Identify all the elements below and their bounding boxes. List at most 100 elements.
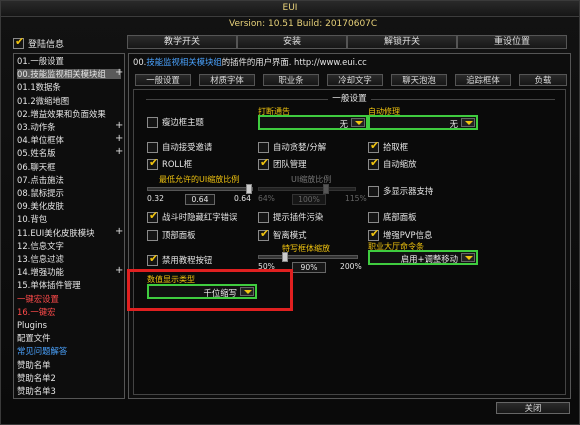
title-bar[interactable]: EUI bbox=[1, 1, 579, 17]
disable-tutorial-option[interactable]: 禁用教程按钮 bbox=[147, 252, 212, 266]
auto-repair-dropdown[interactable]: 无 bbox=[368, 115, 478, 130]
ui-scale-value[interactable]: 100% bbox=[292, 194, 326, 205]
hide-error-option[interactable]: 战斗时隐藏红字错误 bbox=[147, 209, 237, 223]
min-ui-scale-value[interactable]: 0.64 bbox=[185, 194, 215, 205]
thin-border-option[interactable]: 瘦边框主题 bbox=[147, 116, 204, 128]
sidebar-item-eui-skin-module[interactable]: 11.EUI美化皮肤模块 bbox=[17, 228, 94, 238]
sidebar-item-cooldown-group[interactable]: 00.技能监视相关模块组 bbox=[17, 69, 121, 80]
tab-chat-bubbles[interactable]: 聊天泡泡 bbox=[391, 74, 447, 86]
smart-mode-option[interactable]: 智离模式 bbox=[258, 227, 307, 241]
sidebar-item-info-filter[interactable]: 13.信息过滤 bbox=[17, 254, 64, 264]
bottom-panel-checkbox[interactable] bbox=[368, 211, 379, 223]
thin-border-label: 瘦边框主题 bbox=[162, 117, 204, 127]
sidebar-item-sponsors-2[interactable]: 赞助名单2 bbox=[17, 373, 56, 383]
top-panel-checkbox[interactable] bbox=[147, 229, 158, 241]
team-manage-checkbox[interactable] bbox=[258, 156, 269, 170]
min-ui-scale-max: 0.64 bbox=[234, 194, 251, 203]
auto-invite-checkbox[interactable] bbox=[147, 141, 158, 153]
tab-texture-font[interactable]: 材质字体 bbox=[199, 74, 255, 86]
roll-frame-checkbox[interactable] bbox=[147, 156, 158, 170]
special-scale-value[interactable]: 90% bbox=[292, 262, 326, 273]
sidebar-item-faq[interactable]: 常见问题解答 bbox=[17, 346, 67, 356]
reset-position-button[interactable]: 重设位置 bbox=[457, 35, 567, 49]
auto-roll-option[interactable]: 自动贪婪/分解 bbox=[258, 141, 326, 153]
auto-invite-option[interactable]: 自动接受邀请 bbox=[147, 141, 212, 153]
team-manage-option[interactable]: 团队管理 bbox=[258, 156, 307, 170]
sidebar-item-chat[interactable]: 06.聊天框 bbox=[17, 162, 55, 172]
sidebar-item-minimap[interactable]: 01.2微缩地图 bbox=[17, 96, 69, 106]
enhance-pvp-option[interactable]: 增强PVP信息 bbox=[368, 227, 432, 241]
bottom-panel-label: 底部面板 bbox=[383, 212, 417, 222]
header-highlight: 技能监视相关模块组 bbox=[146, 57, 222, 67]
auto-scale-option[interactable]: 自动缩放 bbox=[368, 156, 417, 170]
section-title: 一般设置 bbox=[134, 92, 565, 104]
expand-icon[interactable]: + bbox=[115, 133, 123, 144]
sidebar-item-bags[interactable]: 10.背包 bbox=[17, 214, 47, 224]
auto-roll-checkbox[interactable] bbox=[258, 141, 269, 153]
sidebar-item-plugins[interactable]: Plugins bbox=[17, 320, 47, 330]
sidebar-item-one-key-macro[interactable]: 16.一键宏 bbox=[17, 307, 55, 317]
loot-frame-option[interactable]: 拾取框 bbox=[368, 139, 408, 153]
sidebar-item-enhancements[interactable]: 14.增强功能 bbox=[17, 267, 64, 277]
class-hall-dropdown[interactable]: 启用+调整移动 bbox=[368, 250, 478, 265]
sidebar-item-action-bar[interactable]: 03.动作条 bbox=[17, 122, 55, 132]
tab-class-bar[interactable]: 职业条 bbox=[263, 74, 319, 86]
plugin-taint-checkbox[interactable] bbox=[258, 211, 269, 223]
special-scale-slider[interactable] bbox=[258, 252, 358, 262]
sidebar-item-macro-settings[interactable]: 一键宏设置 bbox=[17, 294, 59, 304]
plugin-taint-option[interactable]: 提示插件污染 bbox=[258, 211, 323, 223]
expand-icon[interactable]: + bbox=[115, 67, 123, 78]
sidebar-item-skins[interactable]: 09.美化皮肤 bbox=[17, 201, 64, 211]
hide-error-checkbox[interactable] bbox=[147, 209, 158, 223]
chevron-down-icon bbox=[461, 253, 475, 262]
unlock-toggle-button[interactable]: 解锁开关 bbox=[347, 35, 457, 49]
sidebar-item-data-bar[interactable]: 01.1数据条 bbox=[17, 82, 61, 92]
interrupt-notice-dropdown[interactable]: 无 bbox=[258, 115, 368, 130]
tab-cooldown-text[interactable]: 冷却文字 bbox=[327, 74, 383, 86]
login-info-checkbox[interactable] bbox=[13, 35, 24, 49]
enhance-pvp-checkbox[interactable] bbox=[368, 227, 379, 241]
slider-thumb[interactable] bbox=[282, 252, 289, 262]
install-button[interactable]: 安装 bbox=[237, 35, 347, 49]
sidebar-item-general[interactable]: 01.一般设置 bbox=[17, 56, 64, 66]
disable-tutorial-checkbox[interactable] bbox=[147, 252, 158, 266]
auto-scale-checkbox[interactable] bbox=[368, 156, 379, 170]
special-scale-max: 200% bbox=[340, 262, 362, 271]
min-ui-scale-slider[interactable] bbox=[147, 184, 253, 194]
expand-icon[interactable]: + bbox=[115, 120, 123, 131]
login-info-toggle[interactable]: 登陆信息 bbox=[13, 35, 64, 50]
sidebar-item-sponsors[interactable]: 赞助名单 bbox=[17, 360, 51, 370]
multi-monitor-option[interactable]: 多显示器支持 bbox=[368, 185, 433, 197]
roll-frame-option[interactable]: ROLL框 bbox=[147, 156, 192, 170]
sidebar-item-addon-manager[interactable]: 15.单体插件管理 bbox=[17, 280, 81, 290]
multi-monitor-label: 多显示器支持 bbox=[383, 186, 434, 196]
top-panel-label: 顶部面板 bbox=[162, 230, 196, 240]
sidebar-item-info-text[interactable]: 12.信息文字 bbox=[17, 241, 64, 251]
sidebar-item-buffs-debuffs[interactable]: 02.增益效果和负面效果 bbox=[17, 109, 106, 119]
expand-icon[interactable]: + bbox=[115, 265, 123, 276]
expand-icon[interactable]: + bbox=[115, 226, 123, 237]
sidebar-item-sponsors-3[interactable]: 赞助名单3 bbox=[17, 386, 56, 396]
auto-scale-label: 自动缩放 bbox=[383, 159, 417, 169]
sidebar-item-profiles[interactable]: 配置文件 bbox=[17, 333, 51, 343]
sidebar-item-click-cast[interactable]: 07.点击施法 bbox=[17, 175, 64, 185]
loot-frame-checkbox[interactable] bbox=[368, 139, 379, 153]
tab-tracking-frame[interactable]: 追踪框体 bbox=[455, 74, 511, 86]
tab-general[interactable]: 一般设置 bbox=[135, 74, 191, 86]
top-panel-option[interactable]: 顶部面板 bbox=[147, 229, 196, 241]
smart-mode-checkbox[interactable] bbox=[258, 227, 269, 241]
sidebar-item-tooltip[interactable]: 08.鼠标提示 bbox=[17, 188, 64, 198]
slider-thumb[interactable] bbox=[323, 184, 330, 194]
ui-scale-slider[interactable] bbox=[258, 184, 356, 194]
main-panel: 00.技能监视相关模块组的插件的用户界面. http://www.eui.cc … bbox=[128, 53, 571, 399]
multi-monitor-checkbox[interactable] bbox=[368, 185, 379, 197]
close-button[interactable]: 关闭 bbox=[496, 402, 570, 414]
sidebar-item-nameplates[interactable]: 05.姓名版 bbox=[17, 148, 55, 158]
sidebar-item-unit-frames[interactable]: 04.单位框体 bbox=[17, 135, 64, 145]
thin-border-checkbox[interactable] bbox=[147, 116, 158, 128]
tab-load[interactable]: 负载 bbox=[519, 74, 567, 86]
tutorial-toggle-button[interactable]: 教学开关 bbox=[127, 35, 237, 49]
slider-thumb[interactable] bbox=[246, 184, 252, 194]
expand-icon[interactable]: + bbox=[115, 146, 123, 157]
bottom-panel-option[interactable]: 底部面板 bbox=[368, 211, 417, 223]
